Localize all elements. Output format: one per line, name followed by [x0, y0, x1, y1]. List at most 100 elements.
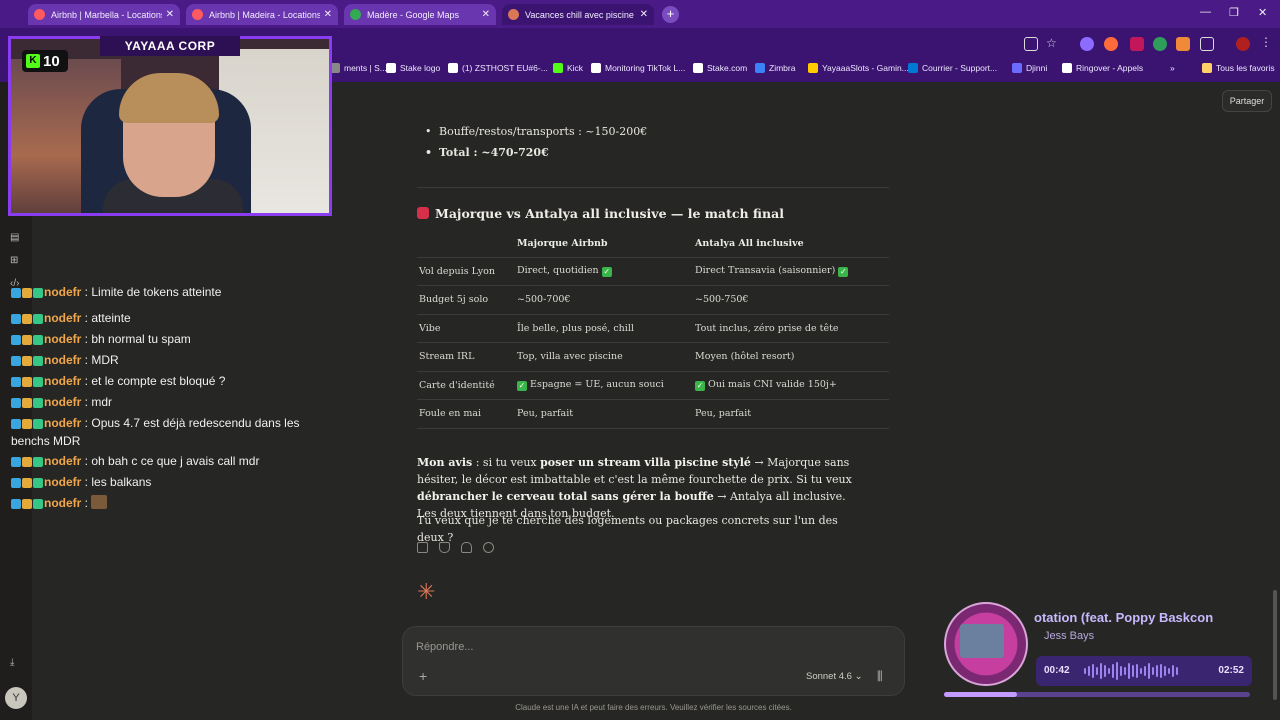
bookmark-item[interactable]: Djinni	[1012, 63, 1047, 73]
waveform	[1084, 662, 1178, 680]
bookmark-item[interactable]: (1) ZSTHOST EU#6-...	[448, 63, 548, 73]
user-avatar[interactable]: Y	[5, 687, 27, 709]
chat-badges	[11, 396, 44, 412]
emote-image	[91, 495, 108, 509]
bookmark-item[interactable]: Ringover - Appels	[1062, 63, 1143, 73]
minimize-icon[interactable]: —	[1200, 6, 1211, 18]
table-cell: Peu, parfait	[517, 399, 695, 429]
playback-bar: 00:42 02:52	[1036, 656, 1252, 686]
table-cell: Île belle, plus posé, chill	[517, 313, 695, 343]
browser-tab[interactable]: Madère - Google Maps ✕	[344, 4, 496, 25]
album-art	[944, 602, 1028, 686]
bookmark-label: Courrier - Support...	[922, 63, 998, 73]
bookmark-item[interactable]: Kick	[553, 63, 583, 73]
chat-separator: :	[81, 475, 92, 489]
extension-icon[interactable]	[1080, 37, 1094, 51]
extension-icon[interactable]	[1104, 37, 1118, 51]
bookmark-favicon-icon	[386, 63, 396, 73]
extension-icon[interactable]	[1153, 37, 1167, 51]
close-tab-icon[interactable]: ✕	[640, 9, 648, 20]
artifacts-icon[interactable]: ⊞	[10, 255, 18, 266]
model-selector[interactable]: Sonnet 4.6 ⌄	[806, 671, 863, 682]
chat-message: nodefr : atteinte	[11, 310, 331, 328]
badge-icon	[11, 288, 21, 298]
bookmark-item[interactable]: Stake logo	[386, 63, 440, 73]
copy-icon[interactable]	[417, 542, 428, 553]
kick-logo-icon: K	[26, 54, 40, 68]
bookmark-item[interactable]: YayaaaSlots - Gamin...	[808, 63, 909, 73]
chat-separator: :	[81, 287, 92, 298]
cell-text: Espagne = UE, aucun souci	[530, 379, 664, 391]
download-icon[interactable]: ⤓	[10, 657, 14, 668]
waveform-bar	[1172, 665, 1174, 677]
chat-username: nodefr	[44, 395, 82, 409]
restore-icon[interactable]: ❐	[1229, 6, 1239, 19]
bookmark-item[interactable]: Zimbra	[755, 63, 795, 73]
table-cell: Moyen (hôtel resort)	[695, 342, 889, 371]
browser-tab[interactable]: Airbnb | Marbella - Locations de ✕	[28, 4, 180, 25]
attach-plus-icon[interactable]: +	[419, 668, 427, 684]
bookmark-star-icon[interactable]: ☆	[1046, 36, 1060, 50]
table-header: Antalya All inclusive	[695, 237, 804, 249]
scrollbar[interactable]	[1273, 590, 1277, 700]
row-label: Vibe	[417, 313, 517, 343]
bookmark-item[interactable]: Courrier - Support...	[908, 63, 997, 73]
text-span: : si tu veux	[472, 456, 541, 469]
bookmark-favicon-icon	[808, 63, 818, 73]
new-tab-button[interactable]: +	[662, 6, 679, 23]
retry-icon[interactable]	[483, 542, 494, 553]
cell-text: Oui mais CNI valide 150j+	[708, 379, 837, 391]
thumbs-up-icon[interactable]	[439, 542, 450, 553]
share-button[interactable]: Partager	[1222, 90, 1272, 112]
chat-username: nodefr	[44, 496, 82, 510]
badge-icon	[22, 478, 32, 488]
badge-icon	[33, 288, 43, 298]
bookmark-item[interactable]: ments | S...	[330, 63, 387, 73]
bookmark-item[interactable]: Monitoring TikTok L...	[591, 63, 685, 73]
browser-tab[interactable]: Vacances chill avec piscine et m ✕	[502, 4, 654, 25]
extensions-puzzle-icon[interactable]	[1200, 37, 1214, 51]
projects-icon[interactable]: ▤	[10, 232, 19, 243]
message-actions	[417, 542, 494, 553]
chat-message: nodefr : mdr	[11, 394, 331, 412]
chat-badges	[11, 288, 44, 298]
chat-badges	[11, 333, 44, 349]
bookmark-item[interactable]: Stake.com	[693, 63, 747, 73]
chat-message: nodefr : Limite de tokens atteinte	[11, 287, 331, 298]
reply-input[interactable]	[416, 641, 716, 653]
table-header	[417, 230, 517, 257]
table-header: Majorque Airbnb	[517, 237, 608, 249]
browser-tab[interactable]: Airbnb | Madeira - Locations de ✕	[186, 4, 338, 25]
profile-avatar[interactable]	[1236, 37, 1250, 51]
voice-mode-icon[interactable]: ⫼	[877, 669, 883, 684]
chat-username: nodefr	[44, 374, 82, 388]
badge-icon	[11, 356, 21, 366]
bookmark-label: Kick	[567, 63, 584, 73]
bookmark-label: Stake.com	[707, 63, 748, 73]
chat-separator: :	[81, 332, 92, 346]
waveform-bar	[1128, 663, 1130, 679]
checkmark-icon: ✓	[695, 381, 705, 392]
bookmark-label: Stake logo	[400, 63, 441, 73]
cell-text: Moyen (hôtel resort)	[695, 351, 795, 363]
chat-badges	[11, 476, 44, 492]
extension-icon[interactable]	[1176, 37, 1190, 51]
waveform-bar	[1152, 667, 1154, 675]
install-icon[interactable]	[1024, 37, 1038, 51]
close-tab-icon[interactable]: ✕	[482, 9, 490, 20]
row-label: Stream IRL	[417, 342, 517, 371]
waveform-bar	[1124, 667, 1126, 675]
chat-message: nodefr : et le compte est bloqué ?	[11, 373, 331, 391]
cell-text: Peu, parfait	[517, 408, 574, 420]
close-tab-icon[interactable]: ✕	[166, 9, 174, 20]
bookmarks-overflow-icon[interactable]: »	[1170, 63, 1175, 73]
bookmark-item[interactable]: Tous les favoris	[1202, 63, 1275, 73]
extension-icon[interactable]	[1130, 37, 1144, 51]
thumbs-down-icon[interactable]	[461, 542, 472, 553]
close-window-icon[interactable]: ✕	[1258, 6, 1267, 19]
streamer-hair	[119, 73, 219, 123]
menu-dots-icon[interactable]: ⋮	[1260, 35, 1274, 49]
chat-username: nodefr	[44, 353, 82, 367]
close-tab-icon[interactable]: ✕	[324, 9, 332, 20]
waveform-bar	[1136, 664, 1138, 678]
